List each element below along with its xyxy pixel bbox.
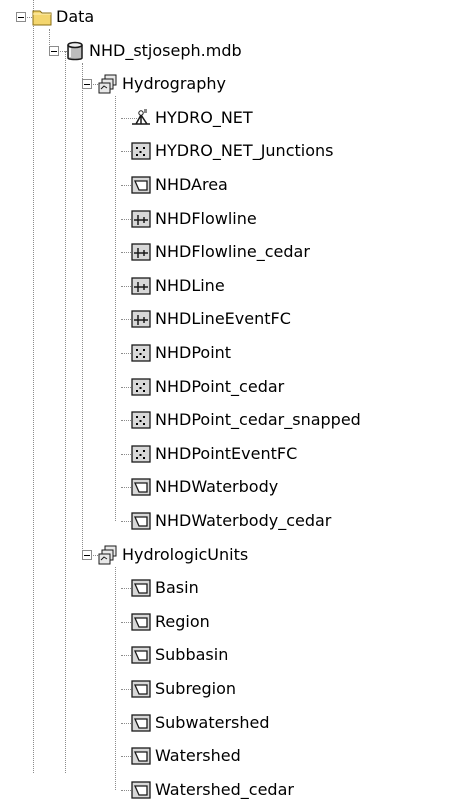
point-feature-class-icon <box>130 342 152 364</box>
tree-item-label[interactable]: Watershed_cedar <box>155 780 294 800</box>
tree-item-label[interactable]: NHDPointEventFC <box>155 444 297 464</box>
point-feature-class-icon <box>130 376 152 398</box>
collapse-icon[interactable] <box>49 46 59 56</box>
tree-item-label[interactable]: Subregion <box>155 679 236 699</box>
tree-item-label[interactable]: NHDPoint_cedar <box>155 377 284 397</box>
polygon-feature-class-icon <box>130 611 152 633</box>
polygon-feature-class-icon <box>130 510 152 532</box>
feature-dataset-icon <box>97 73 119 95</box>
tree-item-label[interactable]: HydrologicUnits <box>122 545 248 565</box>
polygon-feature-class-icon <box>130 678 152 700</box>
folder-icon <box>31 6 53 28</box>
polygon-feature-class-icon <box>130 577 152 599</box>
polygon-feature-class-icon <box>130 644 152 666</box>
polygon-feature-class-icon <box>130 712 152 734</box>
polygon-feature-class-icon <box>130 779 152 801</box>
polygon-feature-class-icon <box>130 745 152 767</box>
tree-item-label[interactable]: NHDPoint_cedar_snapped <box>155 410 361 430</box>
tree-guide-line <box>115 567 116 790</box>
line-feature-class-icon <box>130 308 152 330</box>
tree-item-label[interactable]: NHDWaterbody_cedar <box>155 511 331 531</box>
tree-item-label[interactable]: Watershed <box>155 746 241 766</box>
tree-item-label[interactable]: Hydrography <box>122 74 226 94</box>
database-icon <box>64 40 86 62</box>
tree-item-label[interactable]: NHDLine <box>155 276 225 296</box>
tree-item-label[interactable]: HYDRO_NET_Junctions <box>155 141 333 161</box>
collapse-icon[interactable] <box>82 79 92 89</box>
geometric-network-icon <box>130 107 152 129</box>
tree-guide-line <box>65 51 66 773</box>
tree-item-label[interactable]: NHDWaterbody <box>155 477 278 497</box>
line-feature-class-icon <box>130 275 152 297</box>
tree-item-label[interactable]: NHDFlowline <box>155 209 257 229</box>
tree-item-label[interactable]: Subwatershed <box>155 713 270 733</box>
point-feature-class-icon <box>130 443 152 465</box>
tree-guide-line <box>82 63 83 555</box>
tree-item-label[interactable]: NHDFlowline_cedar <box>155 242 310 262</box>
tree-guide-line <box>33 0 34 773</box>
tree-item-label[interactable]: NHDLineEventFC <box>155 309 291 329</box>
tree-item-label[interactable]: NHD_stjoseph.mdb <box>89 41 242 61</box>
catalog-tree: Data NHD_stjoseph.mdb Hydrography HYDRO_NET… <box>0 0 449 799</box>
tree-item-label[interactable]: Region <box>155 612 210 632</box>
tree-item-label[interactable]: HYDRO_NET <box>155 108 253 128</box>
line-feature-class-icon <box>130 208 152 230</box>
tree-guide-line <box>115 96 116 521</box>
collapse-icon[interactable] <box>16 12 26 22</box>
tree-item-label[interactable]: NHDArea <box>155 175 228 195</box>
line-feature-class-icon <box>130 241 152 263</box>
point-feature-class-icon <box>130 409 152 431</box>
tree-item-label[interactable]: Basin <box>155 578 199 598</box>
feature-dataset-icon <box>97 544 119 566</box>
tree-item-label[interactable]: Data <box>56 7 94 27</box>
polygon-feature-class-icon <box>130 476 152 498</box>
polygon-feature-class-icon <box>130 174 152 196</box>
point-feature-class-icon <box>130 140 152 162</box>
tree-item-label[interactable]: NHDPoint <box>155 343 231 363</box>
collapse-icon[interactable] <box>82 550 92 560</box>
tree-item-label[interactable]: Subbasin <box>155 645 228 665</box>
